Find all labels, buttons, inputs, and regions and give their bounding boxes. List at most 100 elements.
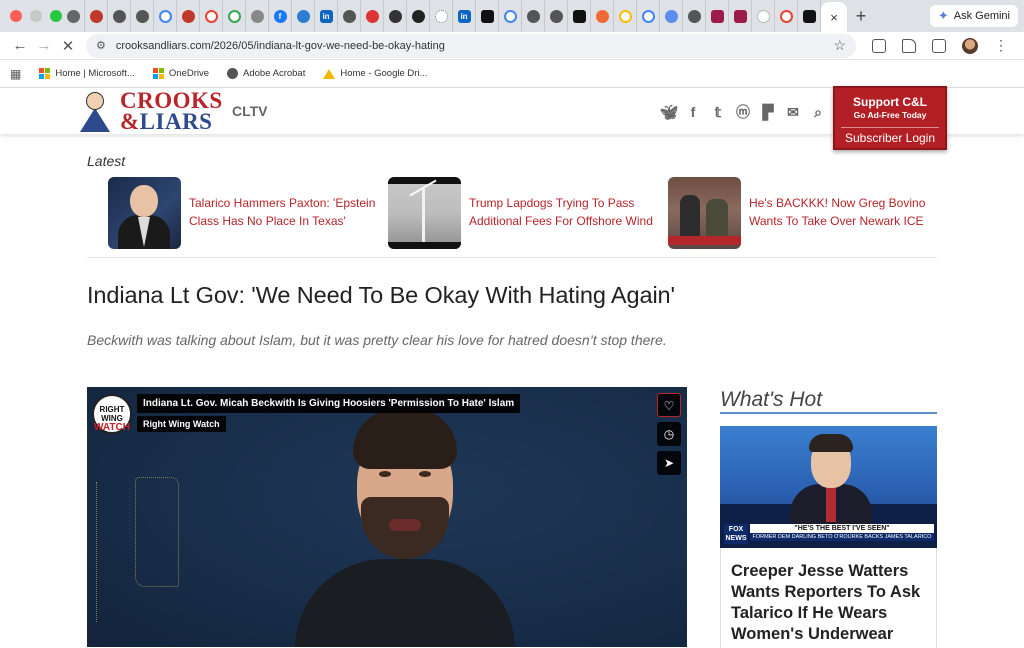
latest-title-link[interactable]: Talarico Hammers Paxton: 'Epstein Class …	[189, 177, 379, 249]
bookmark-google-drive[interactable]: Home - Google Dri...	[323, 68, 427, 79]
latest-item[interactable]: He's BACKKK! Now Greg Bovino Wants To Ta…	[668, 177, 939, 249]
profile-avatar[interactable]	[962, 37, 978, 54]
tab[interactable]: in	[315, 0, 338, 32]
mastodon-icon[interactable]: ⓜ	[735, 102, 751, 122]
latest-thumbnail[interactable]	[108, 177, 181, 249]
tab[interactable]	[108, 0, 131, 32]
forward-arrow-icon[interactable]: →	[32, 37, 56, 54]
support-link[interactable]: Support C&L	[835, 95, 945, 109]
tab[interactable]	[775, 0, 798, 32]
apps-grid-icon[interactable]: ▦	[10, 67, 21, 81]
ask-gemini-button[interactable]: ✦ Ask Gemini	[929, 5, 1018, 27]
reading-mode-icon[interactable]	[872, 38, 886, 53]
tab[interactable]	[660, 0, 683, 32]
tab[interactable]	[522, 0, 545, 32]
tab[interactable]	[568, 0, 591, 32]
network-logo: FOX NEWS	[724, 524, 748, 544]
latest-thumbnail[interactable]	[388, 177, 461, 249]
minimize-window-button[interactable]	[30, 10, 42, 22]
email-icon[interactable]: ✉	[785, 104, 801, 121]
whats-hot-image[interactable]: FOX NEWS "HE'S THE BEST I'VE SEEN" FORME…	[720, 426, 937, 548]
watch-later-clock-icon[interactable]: ◷	[657, 422, 681, 446]
tab[interactable]	[131, 0, 154, 32]
bookmark-microsoft[interactable]: Home | Microsoft...	[39, 68, 135, 79]
address-bar-url[interactable]: crooksandliars.com/2026/05/indiana-lt-go…	[116, 40, 834, 52]
cast-screen-icon[interactable]	[932, 38, 946, 53]
tab[interactable]: f	[269, 0, 292, 32]
tab[interactable]	[476, 0, 499, 32]
tab[interactable]	[246, 0, 269, 32]
toolbar-actions: ⋮	[872, 37, 1008, 54]
tab[interactable]	[407, 0, 430, 32]
twitter-icon[interactable]: 𝕥	[710, 104, 726, 121]
subscriber-login-link[interactable]: Subscriber Login	[841, 127, 939, 145]
channel-logo-bottom: WATCH	[94, 422, 130, 433]
tab[interactable]	[729, 0, 752, 32]
tab[interactable]	[223, 0, 246, 32]
bookmark-adobe-acrobat[interactable]: Adobe Acrobat	[227, 68, 305, 79]
logo-mascot-icon	[76, 90, 118, 132]
close-window-button[interactable]	[10, 10, 22, 22]
tab[interactable]	[706, 0, 729, 32]
like-heart-icon[interactable]: ♡	[657, 393, 681, 417]
tab[interactable]	[384, 0, 407, 32]
video-title[interactable]: Indiana Lt. Gov. Micah Beckwith Is Givin…	[137, 394, 521, 413]
google-tab-icon	[618, 9, 632, 23]
more-menu-icon[interactable]: ⋮	[994, 37, 1008, 54]
latest-title-link[interactable]: He's BACKKK! Now Greg Bovino Wants To Ta…	[749, 177, 939, 249]
tab[interactable]	[798, 0, 821, 32]
tab[interactable]	[200, 0, 223, 32]
tab[interactable]	[637, 0, 660, 32]
google-tab-icon	[779, 9, 793, 23]
channel-logo[interactable]: RIGHT WING WATCH	[92, 394, 132, 434]
cltv-link[interactable]: CLTV	[232, 103, 268, 119]
close-tab-icon[interactable]: ×	[830, 10, 838, 25]
tab[interactable]	[154, 0, 177, 32]
tab[interactable]	[292, 0, 315, 32]
bluesky-icon[interactable]: 🦋︎	[660, 104, 678, 121]
site-info-icon[interactable]: ⚙	[96, 39, 106, 52]
stop-loading-icon[interactable]: ✕	[56, 37, 80, 55]
flipboard-icon[interactable]: ▛	[760, 104, 776, 121]
active-tab[interactable]: ×	[821, 2, 847, 32]
google-tab-icon	[204, 9, 218, 23]
site-tab-icon	[434, 9, 448, 23]
tab[interactable]	[545, 0, 568, 32]
tab[interactable]	[85, 0, 108, 32]
search-icon[interactable]: ⌕	[810, 104, 826, 121]
ad-free-link[interactable]: Go Ad-Free Today	[835, 110, 945, 120]
tab[interactable]	[62, 0, 85, 32]
tab[interactable]	[752, 0, 775, 32]
tab[interactable]	[361, 0, 384, 32]
globe-icon	[227, 68, 239, 79]
latest-item[interactable]: Talarico Hammers Paxton: 'Epstein Class …	[108, 177, 379, 249]
tab[interactable]	[591, 0, 614, 32]
bookmark-onedrive[interactable]: OneDrive	[152, 68, 209, 79]
tab[interactable]	[499, 0, 522, 32]
latest-item[interactable]: Trump Lapdogs Trying To Pass Additional …	[388, 177, 659, 249]
whats-hot-title-link[interactable]: Creeper Jesse Watters Wants Reporters To…	[731, 561, 931, 645]
tab[interactable]	[177, 0, 200, 32]
tab[interactable]	[614, 0, 637, 32]
tab[interactable]: in	[453, 0, 476, 32]
zoom-window-button[interactable]	[50, 10, 62, 22]
latest-title-link[interactable]: Trump Lapdogs Trying To Pass Additional …	[469, 177, 659, 249]
address-bar[interactable]: ⚙ crooksandliars.com/2026/05/indiana-lt-…	[86, 33, 856, 58]
facebook-icon[interactable]: f	[685, 104, 701, 120]
tab[interactable]	[430, 0, 453, 32]
extensions-puzzle-icon[interactable]	[902, 38, 916, 53]
video-channel-name[interactable]: Right Wing Watch	[137, 416, 226, 432]
site-tab-icon	[365, 9, 379, 23]
embedded-video[interactable]: RIGHT WING WATCH Indiana Lt. Gov. Micah …	[87, 387, 687, 647]
new-tab-button[interactable]: +	[847, 6, 875, 27]
google-tab-icon	[641, 9, 655, 23]
globe-tab-icon	[135, 9, 149, 23]
latest-thumbnail[interactable]	[668, 177, 741, 249]
tab[interactable]	[338, 0, 361, 32]
tab[interactable]	[683, 0, 706, 32]
share-arrow-icon[interactable]: ➤	[657, 451, 681, 475]
back-arrow-icon[interactable]: ←	[8, 37, 32, 54]
bookmark-star-icon[interactable]: ☆	[833, 37, 846, 54]
site-logo[interactable]: CROOKS &LIARS	[76, 89, 223, 133]
globe-tab-icon	[342, 9, 356, 23]
